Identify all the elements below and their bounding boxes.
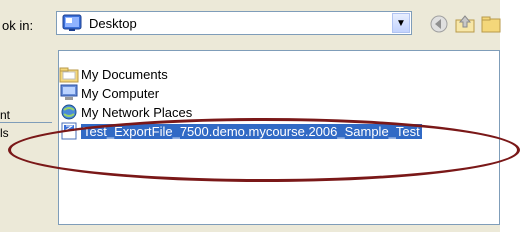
back-icon[interactable] — [428, 14, 450, 34]
look-in-combobox[interactable]: Desktop ▼ — [56, 11, 412, 35]
list-item[interactable]: My Computer — [59, 84, 159, 102]
up-folder-icon[interactable] — [454, 14, 476, 34]
side-label-fragment-1: nt — [0, 108, 11, 122]
look-in-value: Desktop — [89, 16, 137, 31]
list-item[interactable]: My Network Places — [59, 103, 192, 121]
list-item[interactable]: My Documents — [59, 65, 168, 83]
file-list[interactable]: My Documents My Computer My Network Plac… — [58, 50, 500, 225]
list-item-label: My Documents — [81, 66, 168, 82]
list-item-label: Test_ExportFile_7500.demo.mycourse.2006_… — [81, 123, 422, 139]
chevron-down-icon: ▼ — [396, 17, 406, 29]
network-icon — [61, 104, 77, 120]
list-item-label: My Network Places — [81, 104, 193, 120]
list-item-selected[interactable]: Test_ExportFile_7500.demo.mycourse.2006_… — [59, 122, 422, 140]
dialog-body: ok in: Desktop ▼ nt ls My Documents My C… — [0, 0, 502, 232]
look-in-label: ok in: — [2, 18, 34, 33]
side-divider — [0, 122, 52, 123]
file-icon — [61, 122, 77, 140]
list-item-label: My Computer — [81, 85, 160, 101]
computer-icon — [60, 84, 78, 100]
file-dialog-excerpt: ok in: Desktop ▼ nt ls My Documents My C… — [0, 0, 523, 248]
side-label-fragment-2: ls — [0, 126, 9, 140]
new-folder-icon[interactable] — [480, 14, 502, 34]
folder-icon — [59, 67, 79, 83]
desktop-icon — [62, 14, 82, 31]
combo-dropdown-button[interactable]: ▼ — [392, 13, 410, 33]
